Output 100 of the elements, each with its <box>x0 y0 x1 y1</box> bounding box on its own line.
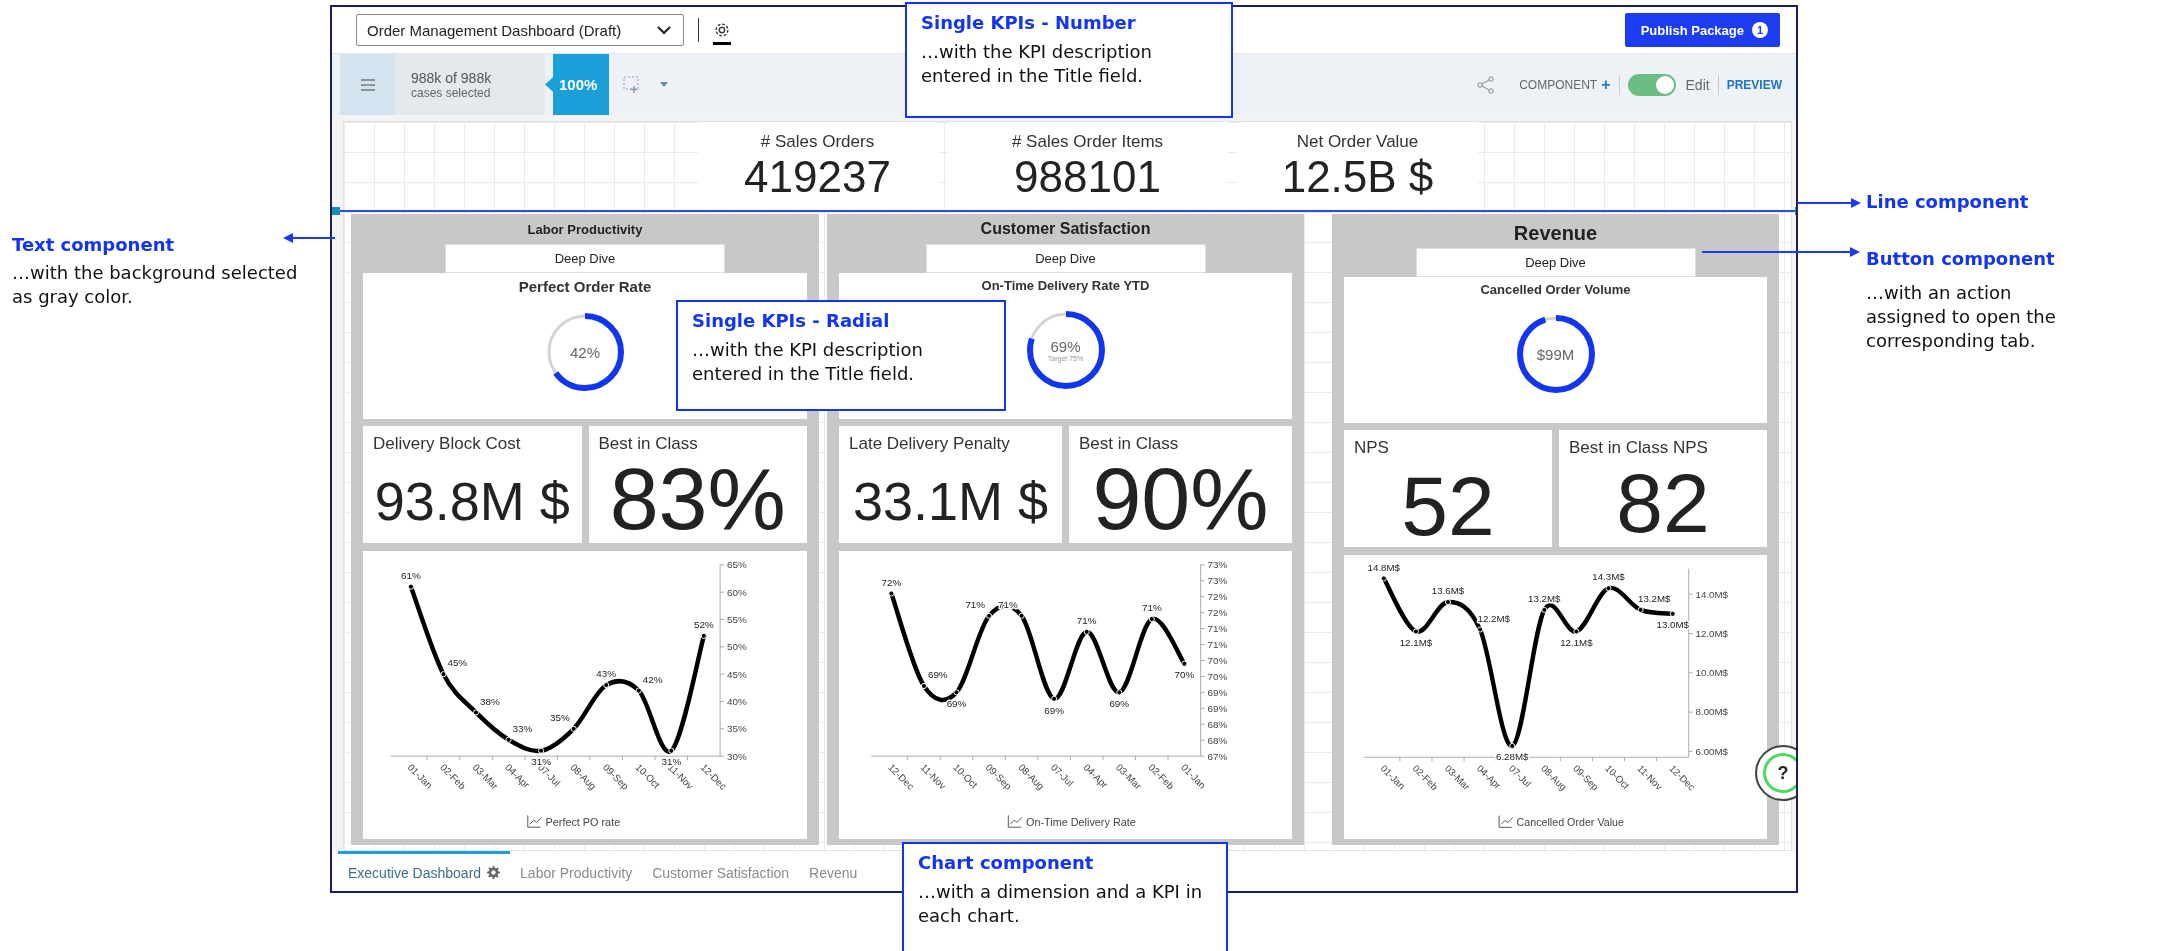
axis-label: 6.00M$ <box>1695 745 1728 757</box>
axis-label: 45% <box>727 668 747 680</box>
tab[interactable]: Revenu <box>799 851 868 891</box>
section-title: Labor Productivity <box>526 220 644 239</box>
axis-label: 68% <box>1207 734 1228 746</box>
kpi-label: Best in Class NPS <box>1568 437 1709 459</box>
data-point <box>1637 606 1644 613</box>
data-point <box>1083 628 1090 635</box>
menu-icon[interactable] <box>360 78 375 91</box>
settings-icon[interactable] <box>713 21 731 45</box>
data-point <box>1541 606 1548 613</box>
data-label: 69% <box>927 669 948 681</box>
data-label: 69% <box>1044 704 1064 716</box>
note-text: …with an action assigned to open the corresponding tab. <box>1866 281 2057 353</box>
data-label: 71% <box>1076 614 1097 626</box>
radial-title: Perfect Order Rate <box>518 277 652 295</box>
publish-button[interactable]: Publish Package 1 <box>1624 13 1780 47</box>
note-title: Line component <box>1866 190 2029 214</box>
callout-title: Chart component <box>918 851 1095 875</box>
data-label: 71% <box>997 598 1018 610</box>
data-label: 35% <box>550 711 570 723</box>
data-label: 13.2M$ <box>1638 593 1671 605</box>
note-title: Text component <box>12 233 175 257</box>
callout-text: …with the KPI description entered in the Title field. <box>692 338 924 386</box>
note-text: …with the background selected as gray color. <box>12 261 299 309</box>
data-label: 52% <box>694 619 714 630</box>
kpi-value: 82 <box>1616 459 1710 547</box>
data-point <box>1477 626 1484 633</box>
axis-label: 30% <box>727 750 747 762</box>
kpi-value: 33.1M $ <box>852 469 1049 532</box>
data-point <box>1380 575 1387 582</box>
axis-label: 73% <box>1207 559 1228 571</box>
axis-label: 71% <box>1207 639 1228 650</box>
data-point <box>1181 660 1188 667</box>
axis-label: 73% <box>1207 575 1228 587</box>
kpi-label: # Sales Order Items <box>1011 132 1164 152</box>
data-label: 69% <box>946 698 967 710</box>
axis-label: 10.0M$ <box>1695 667 1728 679</box>
resize-handle[interactable] <box>332 207 340 215</box>
data-point <box>472 709 480 716</box>
data-point <box>440 671 447 678</box>
data-point <box>570 725 577 732</box>
preview-link[interactable]: PREVIEW <box>1726 77 1782 92</box>
axis-label: 71% <box>1207 623 1228 635</box>
data-label: 69% <box>1109 698 1130 710</box>
selection-count: 988k of 988k <box>411 69 493 86</box>
share-icon[interactable] <box>1477 75 1496 94</box>
data-point <box>700 632 707 639</box>
line-chart-icon <box>1007 814 1023 828</box>
axis-label: 68% <box>1207 718 1228 730</box>
radial-title: Cancelled Order Volume <box>1480 281 1631 297</box>
data-point <box>1509 742 1516 749</box>
kpi-value: 90% <box>1092 455 1269 543</box>
axis-label: 67% <box>1207 750 1228 762</box>
tab[interactable]: Customer Satisfaction <box>642 851 800 891</box>
chevron-icon[interactable] <box>657 25 671 35</box>
data-point <box>1573 628 1580 635</box>
kpi-label: Late Delivery Penalty <box>848 433 1011 455</box>
kpi-label: Best in Class <box>1078 433 1180 455</box>
caret-icon[interactable] <box>659 81 670 88</box>
data-label: 61% <box>401 569 421 581</box>
axis-label: 65% <box>727 559 747 571</box>
data-label: 71% <box>1141 602 1162 614</box>
data-label: 72% <box>881 576 902 588</box>
dashboard-select[interactable]: Order Management Dashboard (Draft) <box>356 14 684 46</box>
deep-dive-button[interactable]: Deep Dive <box>1415 248 1696 277</box>
data-label: 12.2M$ <box>1477 612 1510 624</box>
axis-label: 40% <box>727 695 747 707</box>
data-label: 70% <box>1174 669 1195 681</box>
edit-toggle[interactable] <box>1627 73 1676 96</box>
deep-dive-button[interactable]: Deep Dive <box>925 244 1206 273</box>
data-point <box>1669 610 1676 617</box>
tab[interactable]: Executive Dashboard <box>338 851 511 891</box>
axis-label: 8.00M$ <box>1695 706 1728 718</box>
kpi-label: # Sales Orders <box>760 132 875 152</box>
data-point <box>1116 689 1123 696</box>
axis-label: 70% <box>1207 654 1228 666</box>
kpi-label: NPS <box>1353 437 1390 458</box>
data-point <box>888 590 895 597</box>
axis-label: 72% <box>1207 607 1228 619</box>
data-label: 45% <box>447 657 468 669</box>
kpi-label: Net Order Value <box>1296 132 1419 152</box>
deep-dive-button[interactable]: Deep Dive <box>445 244 725 273</box>
tab[interactable]: Labor Productivity <box>510 851 643 891</box>
callout-title: Single KPIs - Radial <box>692 309 891 333</box>
add-component-button[interactable]: COMPONENT + <box>1519 75 1611 94</box>
data-point <box>953 689 960 696</box>
section-title: Revenue <box>1512 220 1599 246</box>
line-chart-icon <box>1498 815 1514 828</box>
note-title: Button component <box>1866 247 2055 271</box>
data-point <box>920 682 928 690</box>
callout-text: …with a dimension and a KPI in each chart. <box>918 880 1204 928</box>
kpi-value: 419237 <box>744 152 891 202</box>
data-point <box>1605 585 1612 592</box>
kpi-value: 988101 <box>1014 152 1161 202</box>
menu-button[interactable] <box>340 54 395 115</box>
data-label: 12.1M$ <box>1399 637 1433 649</box>
selection-caption: cases selected <box>411 85 492 100</box>
callout-title: Single KPIs - Number <box>921 11 1137 35</box>
data-point <box>635 687 642 694</box>
